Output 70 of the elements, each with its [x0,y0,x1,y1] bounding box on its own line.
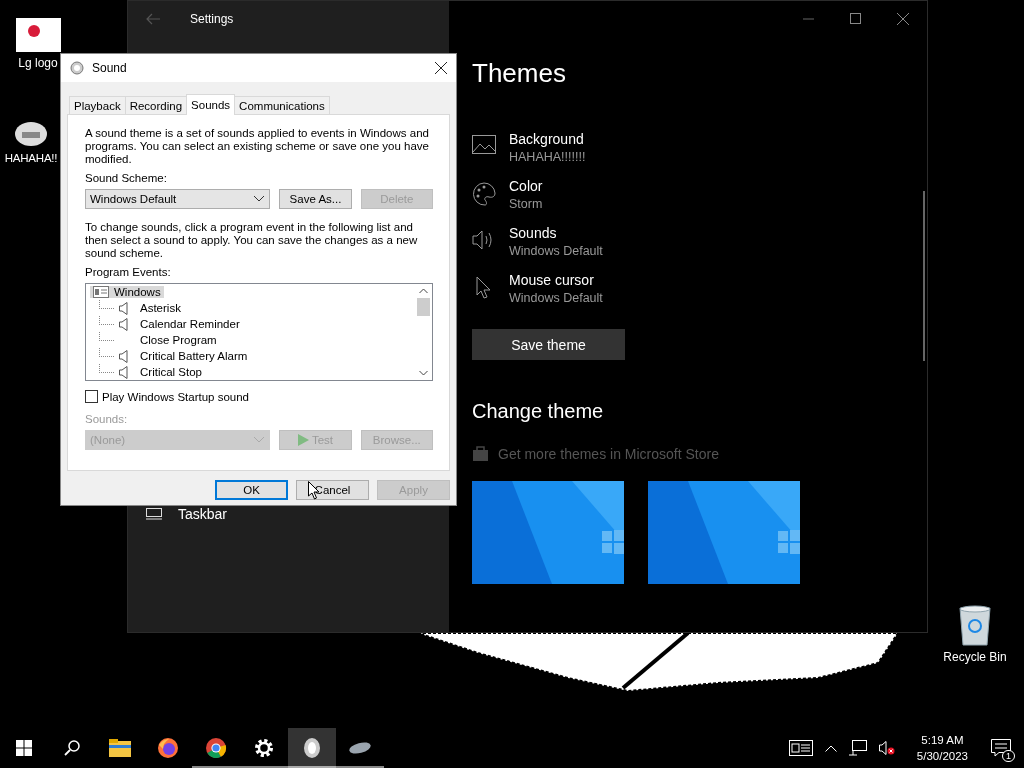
section-heading: Change theme [472,400,605,423]
dialog-title: Sound [92,61,128,75]
dialog-button[interactable]: Save As... [279,189,352,209]
tree-item[interactable]: Critical Battery Alarm [140,350,248,362]
logo-icon[interactable] [15,18,61,52]
scroll-up-icon[interactable] [419,288,428,294]
setting-value: Storm [509,197,543,211]
notification-button[interactable]: 1 [978,728,1024,768]
news-icon[interactable] [788,740,813,756]
play-icon [297,434,309,446]
folder-icon [109,739,131,757]
search-icon [64,740,80,756]
scroll-thumb[interactable] [417,298,430,316]
save-theme-button[interactable]: Save theme [472,329,625,360]
tab[interactable]: Communications [234,96,330,114]
setting-title[interactable]: Color [509,178,543,194]
clock[interactable]: 5:19 AM 5/30/2023 [906,728,978,768]
setting-value: Windows Default [509,291,603,305]
description-text: A sound theme is a set of sounds applied to events in Windows and programs. You can select an existing scheme or save one you have modified. [85,127,430,166]
gear-icon [254,738,274,758]
tree-item[interactable]: Asterisk [140,302,181,314]
page-heading: Themes [472,58,567,89]
image-icon [472,135,496,155]
setting-value: Windows Default [509,244,603,258]
desktop-icon-label[interactable]: Lg logo [18,56,58,70]
dialog-button[interactable]: Cancel [296,480,369,500]
field-label: Program Events: [85,266,172,278]
chrome-icon [205,737,227,759]
sidebar-item[interactable]: Taskbar [128,506,449,522]
maximize-icon[interactable] [850,13,861,24]
palette-icon [472,182,496,206]
notification-count: 1 [1002,750,1015,762]
events-list[interactable]: Windows Asterisk Calendar Reminder Close Program Critical Battery Alarm Critical Stop [85,283,433,381]
close-icon[interactable] [435,62,447,74]
tree-item[interactable]: Close Program [140,334,217,346]
checkbox-label[interactable]: Play Windows Startup sound [102,390,250,403]
windows-logo-icon [16,740,32,756]
desktop-icon-label[interactable]: Recycle Bin [943,650,1007,664]
tree-item[interactable]: Windows [90,286,164,298]
muted-speaker-icon[interactable] [878,740,895,756]
setting-title[interactable]: Mouse cursor [509,272,603,288]
scroll-down-icon[interactable] [419,370,428,376]
dialog-button[interactable]: OK [215,480,288,500]
setting-title[interactable]: Sounds [509,225,603,241]
tab[interactable]: Playback [69,96,126,114]
recycle-bin-icon[interactable] [957,604,993,646]
close-icon[interactable] [897,12,909,25]
chevron-up-icon[interactable] [824,744,837,752]
window-icon [93,286,109,298]
setting-value: HAHAHA!!!!!!! [509,150,586,164]
taskbar-icon [146,508,162,520]
notification-icon [991,739,1011,757]
network-icon[interactable] [848,740,867,756]
tree-item[interactable]: Calendar Reminder [140,318,240,330]
field-label: Sounds: [85,413,129,425]
tree-item[interactable]: Critical Stop [140,366,202,378]
store-bag-icon [472,445,489,462]
instructions-text: To change sounds, click a program event in the following list and then select a sound to apply. You can save the changes as a new sound scheme. [85,221,419,260]
window-title: Settings [190,11,234,26]
tab[interactable]: Sounds [186,94,236,115]
setting-title[interactable]: Background [509,131,586,147]
desktop-icon-label[interactable]: HAHAHA!! [4,152,58,164]
scrollbar[interactable] [923,191,925,361]
checkbox[interactable] [85,390,98,403]
caret-icon [254,437,265,443]
tab[interactable]: Recording [124,96,188,114]
taskbar-app-button[interactable] [288,728,336,768]
caret-icon [254,196,265,202]
field-label: Sound Scheme: [85,172,168,184]
scheme-dropdown[interactable]: Windows Default [85,189,271,209]
